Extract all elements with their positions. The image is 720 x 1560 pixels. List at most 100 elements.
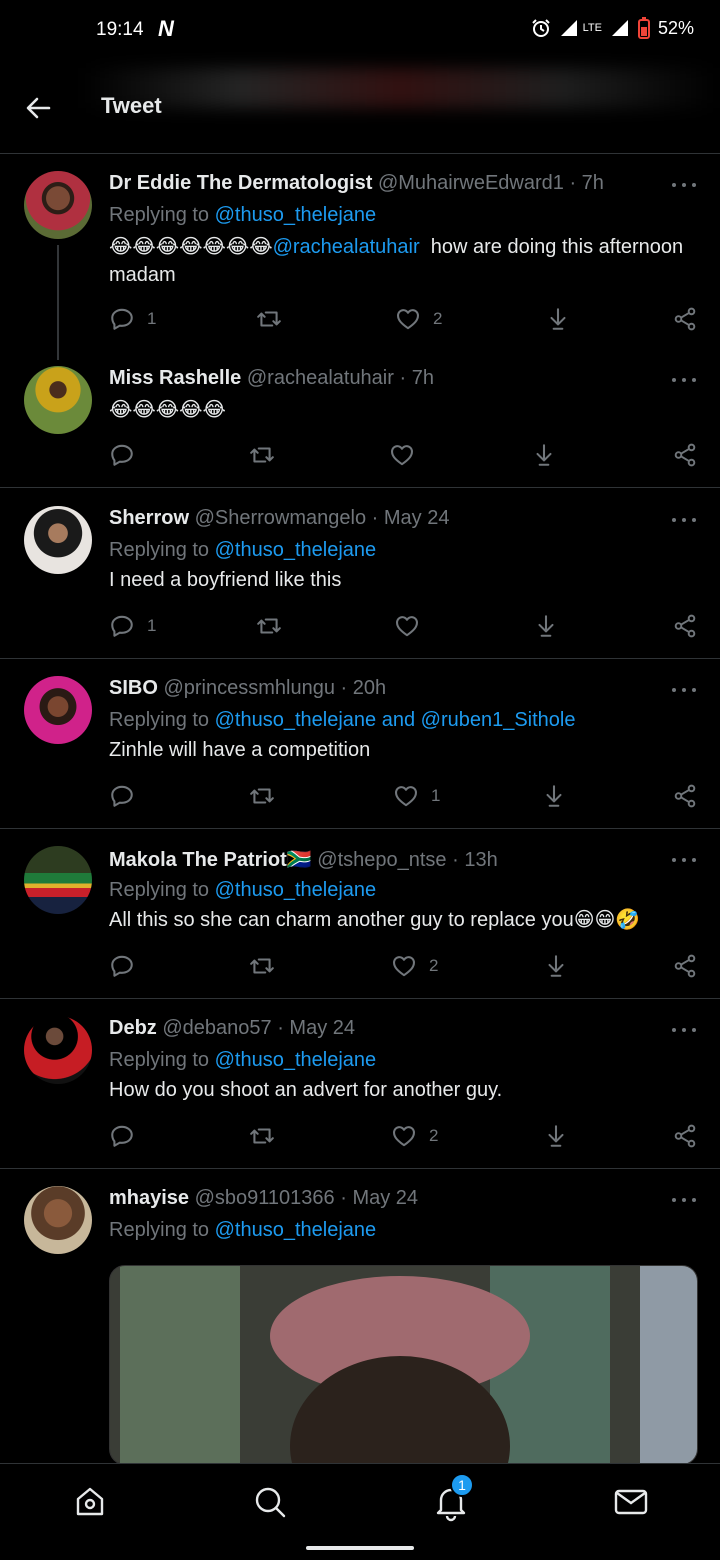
like-button[interactable]: 2 <box>391 953 438 979</box>
more-options-icon[interactable] <box>672 180 696 190</box>
share-button[interactable] <box>672 1123 698 1149</box>
reply-button[interactable]: 1 <box>109 613 156 639</box>
reply-button[interactable] <box>109 1123 135 1149</box>
tweet-text: 😂😂😂😂😂 <box>109 399 226 421</box>
mention-link[interactable]: @thuso_thelejane and @ruben1_Sithole <box>215 709 576 731</box>
user-handle[interactable]: @rachealatuhair <box>247 367 394 389</box>
tweet-image[interactable] <box>109 1265 698 1465</box>
download-button[interactable] <box>531 442 557 468</box>
avatar[interactable] <box>24 1186 92 1254</box>
like-button[interactable]: 2 <box>391 1123 438 1149</box>
download-button[interactable] <box>541 783 567 809</box>
replying-to-label: Replying to <box>109 1049 210 1071</box>
avatar[interactable] <box>24 846 92 914</box>
more-options-icon[interactable] <box>672 1025 696 1035</box>
reply-button[interactable] <box>109 442 135 468</box>
avatar[interactable] <box>24 366 92 434</box>
reply-button[interactable]: 1 <box>109 306 156 332</box>
display-name[interactable]: mhayise <box>109 1187 189 1209</box>
avatar[interactable] <box>24 676 92 744</box>
retweet-button[interactable] <box>256 613 282 639</box>
reply-button[interactable] <box>109 783 135 809</box>
divider <box>0 828 720 829</box>
avatar[interactable] <box>24 1016 92 1084</box>
retweet-button[interactable] <box>256 306 282 332</box>
reply-count: 1 <box>147 309 157 328</box>
like-button[interactable]: 1 <box>393 783 440 809</box>
tweet-body: All this so she can charm another guy to… <box>109 909 574 931</box>
arrow-left-icon[interactable] <box>24 94 52 122</box>
signal-icon <box>611 20 628 36</box>
mention-link[interactable]: @rachealatuhair <box>273 236 420 258</box>
display-name[interactable]: Makola The Patriot <box>109 849 287 871</box>
battery-level: 52% <box>657 17 694 38</box>
share-button[interactable] <box>672 442 698 468</box>
download-button[interactable] <box>543 953 569 979</box>
retweet-button[interactable] <box>249 442 275 468</box>
display-name[interactable]: Dr Eddie The Dermatologist <box>109 172 372 194</box>
retweet-icon <box>256 613 282 639</box>
reply-icon <box>109 953 135 979</box>
search-icon[interactable] <box>250 1482 290 1522</box>
divider <box>0 1168 720 1169</box>
home-indicator[interactable] <box>306 1546 414 1550</box>
display-name[interactable]: SIBO <box>109 677 158 699</box>
more-options-icon[interactable] <box>672 375 696 385</box>
heart-icon <box>395 306 421 332</box>
mention-link[interactable]: @thuso_thelejane <box>215 879 377 901</box>
download-button[interactable] <box>545 306 571 332</box>
download-button[interactable] <box>543 1123 569 1149</box>
user-handle[interactable]: @princessmhlungu <box>163 677 335 699</box>
mention-link[interactable]: @thuso_thelejane <box>215 539 377 561</box>
more-options-icon[interactable] <box>672 515 696 525</box>
share-icon <box>672 306 698 332</box>
emoji-text: 😂😂😂😂😂😂😂 <box>109 236 273 258</box>
replying-to-label: Replying to <box>109 539 210 561</box>
retweet-button[interactable] <box>249 953 275 979</box>
tweet-text: How do you shoot an advert for another g… <box>109 1079 503 1101</box>
reply-icon <box>109 783 135 809</box>
more-options-icon[interactable] <box>672 685 696 695</box>
display-name[interactable]: Debz <box>109 1017 157 1039</box>
lte-icon: LTE <box>582 21 602 34</box>
more-options-icon[interactable] <box>672 1195 696 1205</box>
display-name[interactable]: Sherrow <box>109 507 189 529</box>
replying-to: Replying to @thuso_thelejane <box>109 204 376 227</box>
retweet-button[interactable] <box>249 783 275 809</box>
user-handle[interactable]: @MuhairweEdward1 <box>378 172 564 194</box>
heart-icon <box>393 783 419 809</box>
tweet-actions: 2 <box>0 1123 720 1153</box>
like-count: 2 <box>429 956 439 975</box>
share-button[interactable] <box>672 953 698 979</box>
heart-icon <box>394 613 420 639</box>
mention-link[interactable]: @thuso_thelejane <box>215 204 377 226</box>
emoji-text: 😁😁🤣 <box>573 909 641 931</box>
share-button[interactable] <box>672 783 698 809</box>
more-options-icon[interactable] <box>672 855 696 865</box>
mention-link[interactable]: @thuso_thelejane <box>215 1049 377 1071</box>
like-count: 2 <box>433 309 443 328</box>
alarm-icon <box>531 19 550 37</box>
like-button[interactable] <box>389 442 415 468</box>
mention-link[interactable]: @thuso_thelejane <box>215 1219 377 1241</box>
home-icon[interactable] <box>70 1482 110 1522</box>
download-button[interactable] <box>533 613 559 639</box>
user-handle[interactable]: @Sherrowmangelo <box>195 507 367 529</box>
avatar[interactable] <box>24 506 92 574</box>
retweet-button[interactable] <box>249 1123 275 1149</box>
tweet-header: Debz @debano57 · May 24 <box>109 1017 355 1040</box>
top-bar: Tweet <box>0 60 720 154</box>
like-button[interactable]: 2 <box>395 306 442 332</box>
share-button[interactable] <box>672 613 698 639</box>
user-handle[interactable]: @sbo91101366 <box>195 1187 335 1209</box>
share-button[interactable] <box>672 306 698 332</box>
replying-to-label: Replying to <box>109 709 210 731</box>
like-button[interactable] <box>394 613 420 639</box>
reply-button[interactable] <box>109 953 135 979</box>
display-name[interactable]: Miss Rashelle <box>109 367 241 389</box>
status-icons: LTE 52% <box>531 17 694 39</box>
user-handle[interactable]: @debano57 <box>162 1017 271 1039</box>
messages-icon[interactable] <box>611 1482 651 1522</box>
user-handle[interactable]: @tshepo_ntse <box>317 849 446 871</box>
avatar[interactable] <box>24 171 92 239</box>
